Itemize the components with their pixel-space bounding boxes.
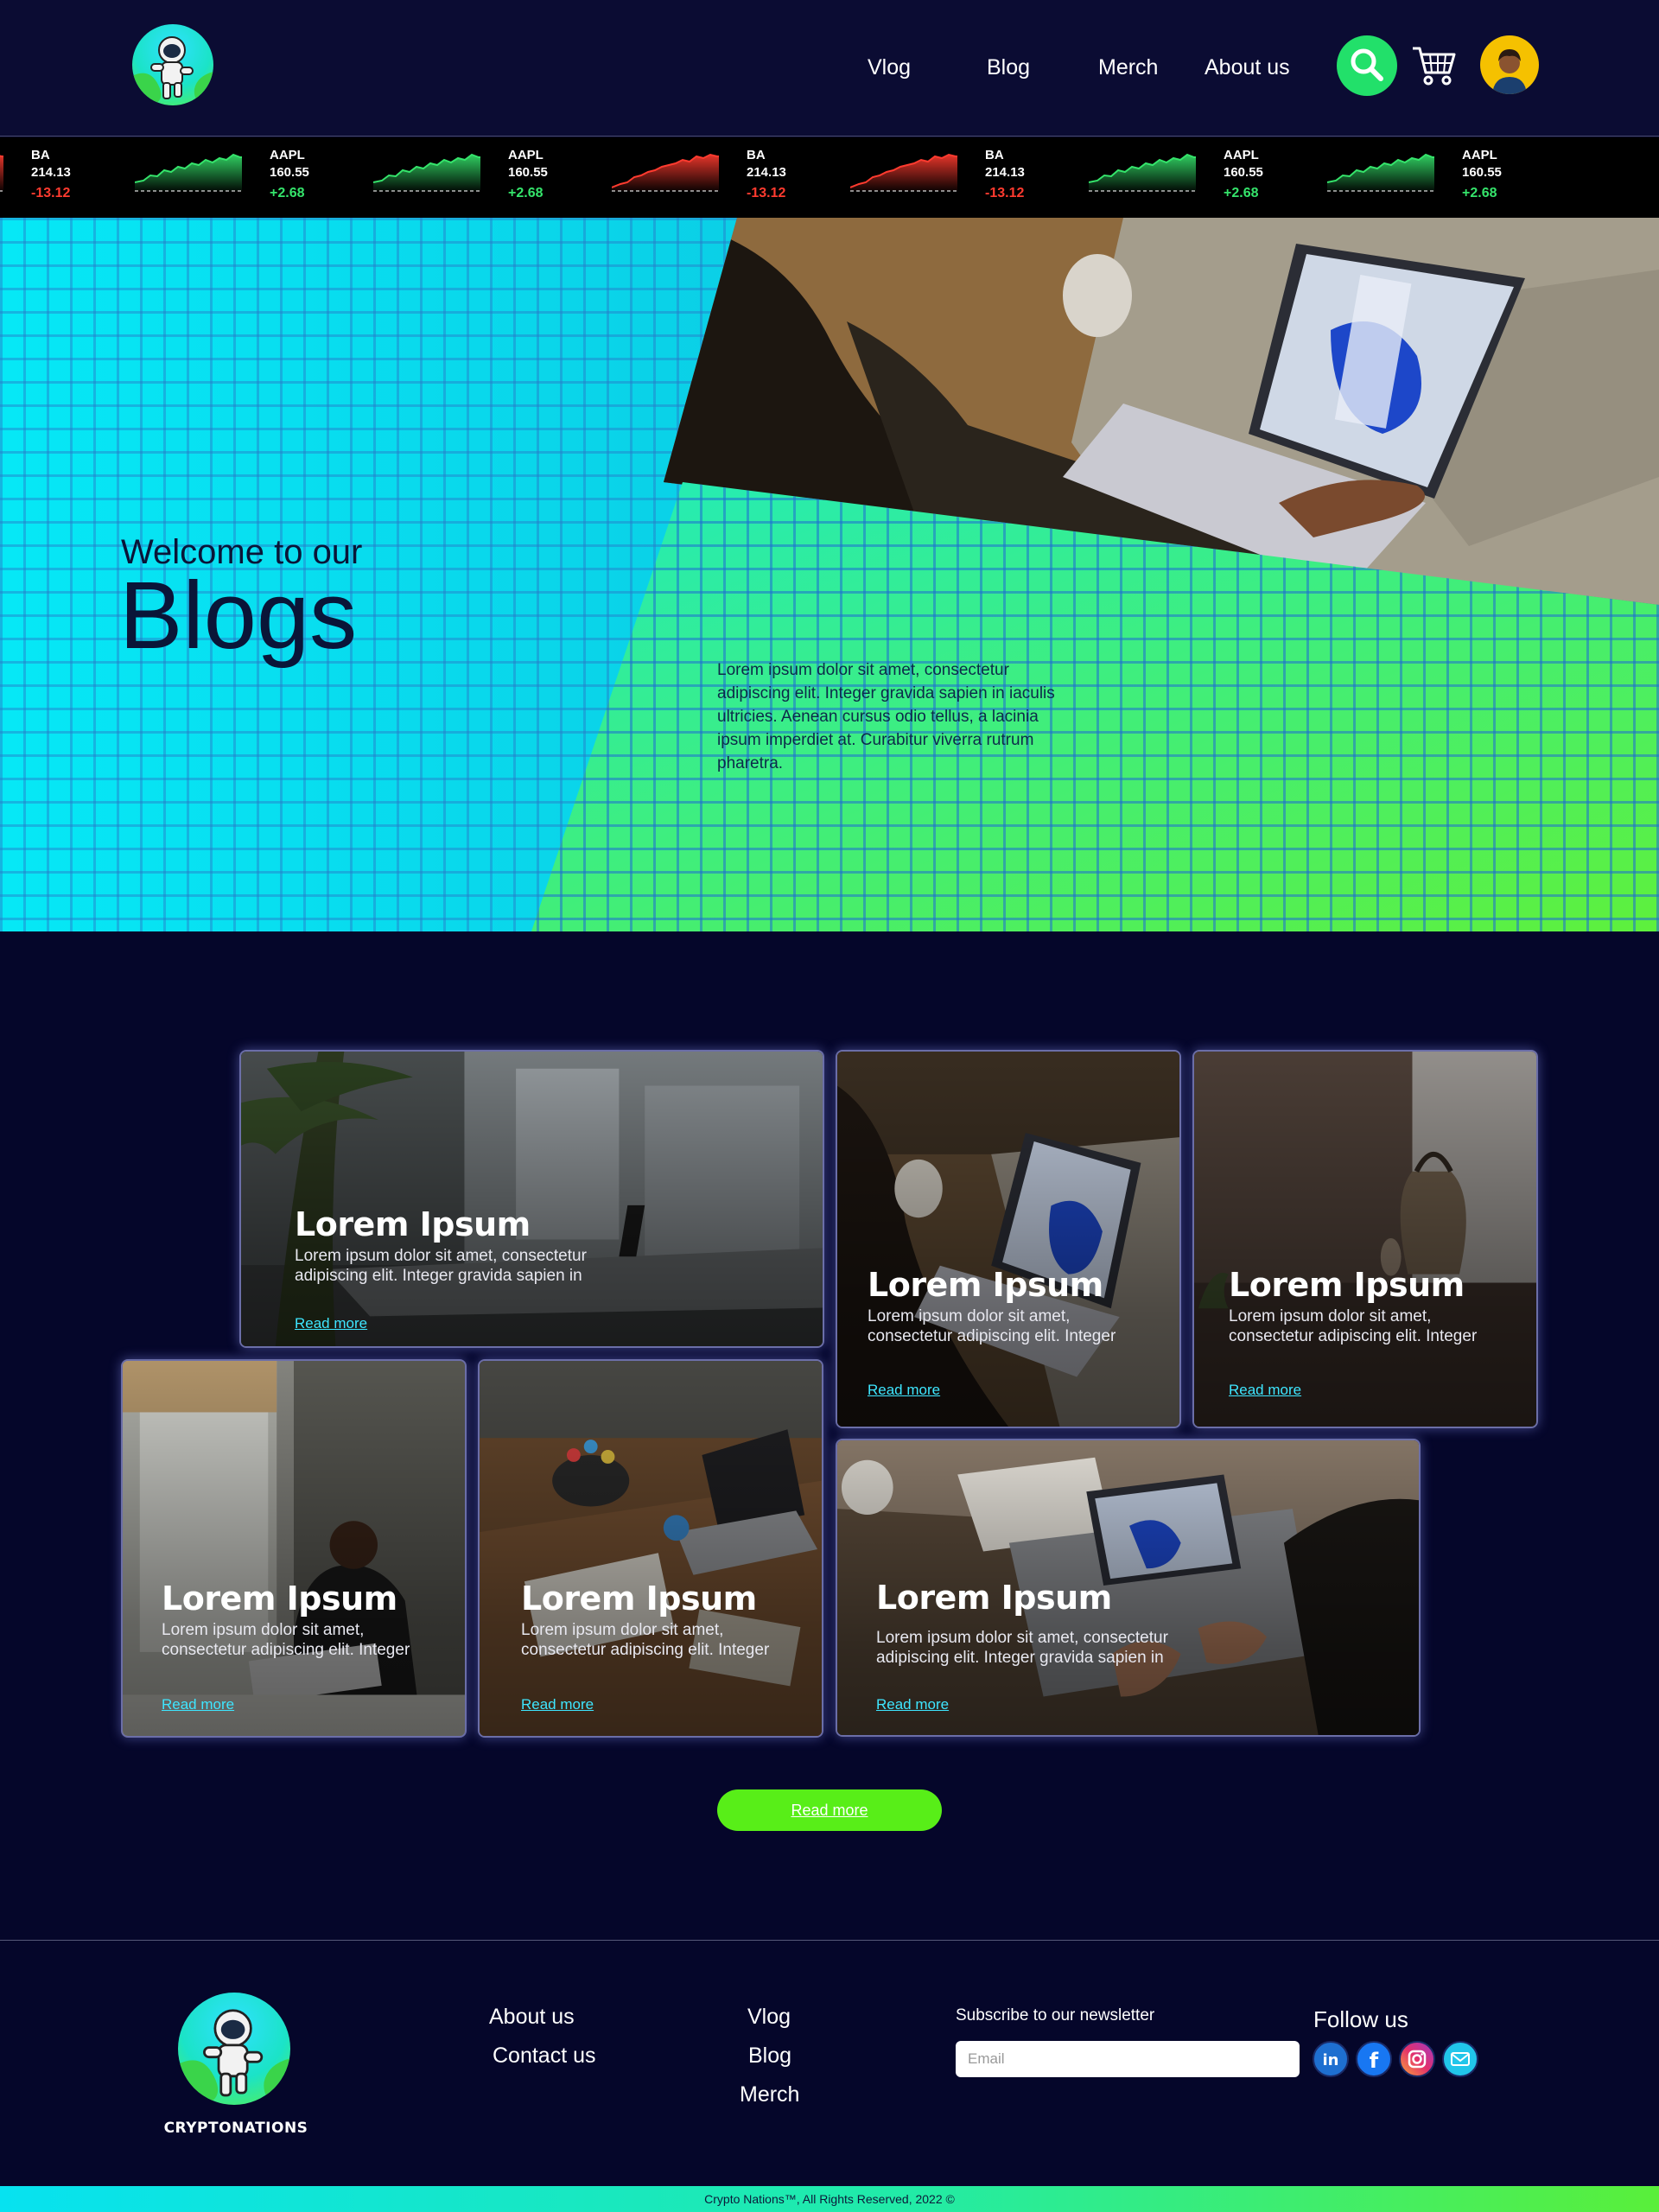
footer-link-vlog[interactable]: Vlog (747, 2005, 791, 2030)
card-text: Lorem ipsum dolor sit amet, consectetur … (1229, 1307, 1478, 1345)
ticker-change: -13.12 (31, 186, 71, 200)
sparkline-chart (135, 153, 242, 192)
ticker-change: -13.12 (747, 186, 786, 200)
ticker-change: +2.68 (1462, 186, 1497, 200)
ticker-item[interactable]: AAPL 160.55 +2.68 (135, 137, 373, 218)
blog-card-desk[interactable]: Lorem Ipsum Lorem ipsum dolor sit amet, … (478, 1359, 823, 1738)
ticker-price: 160.55 (508, 165, 548, 180)
ticker-price: 160.55 (270, 165, 309, 180)
card-text: Lorem ipsum dolor sit amet, consectetur … (876, 1629, 1168, 1667)
ticker-item[interactable]: BA 214.13 -13.12 (0, 137, 135, 218)
ticker-symbol: BA (31, 148, 50, 162)
footer-brand-name: CRYPTONATIONS (163, 2120, 308, 2137)
ticker-price: 214.13 (747, 165, 786, 180)
read-more-link[interactable]: Read more (521, 1696, 594, 1713)
ticker-item[interactable]: BA 214.13 -13.12 (612, 137, 850, 218)
ticker-price: 214.13 (985, 165, 1025, 180)
footer-astronaut-logo[interactable] (178, 1993, 290, 2105)
nav-merch[interactable]: Merch (1098, 55, 1158, 80)
nav-vlog[interactable]: Vlog (868, 55, 911, 80)
hero-title: Blogs (119, 563, 358, 669)
ticker-change: +2.68 (508, 186, 543, 200)
sparkline-chart (612, 153, 719, 192)
follow-us-label: Follow us (1313, 2006, 1408, 2032)
sparkline-chart (1089, 153, 1196, 192)
blog-card-man[interactable]: Lorem Ipsum Lorem ipsum dolor sit amet, … (121, 1359, 467, 1738)
footer-link-merch[interactable]: Merch (740, 2082, 799, 2107)
ticker-item[interactable]: AAPL 160.55 +2.68 (1327, 137, 1566, 218)
blog-card-vase[interactable]: Lorem Ipsum Lorem ipsum dolor sit amet, … (1192, 1050, 1538, 1428)
read-more-link[interactable]: Read more (876, 1696, 949, 1713)
hero-description: Lorem ipsum dolor sit amet, consectetur … (717, 661, 1055, 772)
ticker-item[interactable]: AAPL 160.55 +2.68 (1089, 137, 1327, 218)
nav-blog[interactable]: Blog (987, 55, 1030, 80)
card-title: Lorem Ipsum (162, 1580, 397, 1618)
ticker-price: 214.13 (31, 165, 71, 180)
ticker-symbol: AAPL (508, 148, 543, 162)
nav-about-us[interactable]: About us (1205, 55, 1290, 80)
cart-icon (1413, 47, 1456, 86)
newsletter-label: Subscribe to our newsletter (956, 2006, 1155, 2024)
instagram-icon[interactable] (1399, 2041, 1435, 2077)
search-icon (1351, 48, 1383, 81)
ticker-item[interactable]: BA 214.13 -13.12 (850, 137, 1089, 218)
copyright-bar: Crypto Nations™, All Rights Reserved, 20… (0, 2186, 1659, 2212)
hero-section: Welcome to our Blogs Lorem ipsum dolor s… (0, 218, 1659, 931)
ticker-item[interactable]: AAPL 160.55 +2.68 (373, 137, 612, 218)
linkedin-icon[interactable]: in (1313, 2041, 1349, 2077)
card-title: Lorem Ipsum (521, 1580, 757, 1618)
card-title: Lorem Ipsum (868, 1266, 1103, 1304)
card-text: Lorem ipsum dolor sit amet, consectetur … (162, 1621, 410, 1659)
sparkline-chart (850, 153, 957, 192)
card-title: Lorem Ipsum (295, 1205, 531, 1243)
astronaut-logo[interactable] (132, 24, 213, 105)
read-more-button[interactable]: Read more (717, 1789, 942, 1831)
card-title: Lorem Ipsum (876, 1579, 1112, 1617)
ticker-change: +2.68 (1224, 186, 1259, 200)
sparkline-chart (0, 155, 3, 192)
sparkline-chart (373, 153, 480, 192)
ticker-symbol: AAPL (1462, 148, 1497, 162)
blog-card-laptop[interactable]: Lorem Ipsum Lorem ipsum dolor sit amet, … (836, 1050, 1181, 1428)
blog-card-tablet[interactable]: Lorem Ipsum Lorem ipsum dolor sit amet, … (836, 1439, 1421, 1737)
cart-button[interactable] (1411, 43, 1458, 86)
card-text: Lorem ipsum dolor sit amet, consectetur … (295, 1247, 587, 1285)
card-text: Lorem ipsum dolor sit amet, consectetur … (868, 1307, 1116, 1345)
svg-text:in: in (1323, 2051, 1339, 2069)
ticker-symbol: BA (747, 148, 766, 162)
blog-card-office[interactable]: Lorem Ipsum Lorem ipsum dolor sit amet, … (239, 1050, 824, 1348)
facebook-icon[interactable]: f (1356, 2041, 1392, 2077)
stock-ticker: BA 214.13 -13.12 AAPL 160.55 +2.68 AAPL 160.55 +… (0, 137, 1659, 218)
sparkline-chart (1327, 153, 1434, 192)
ticker-change: +2.68 (270, 186, 305, 200)
site-header: Vlog Blog Merch About us (0, 0, 1659, 137)
footer-link-contact-us[interactable]: Contact us (493, 2044, 596, 2069)
ticker-symbol: AAPL (270, 148, 305, 162)
card-text: Lorem ipsum dolor sit amet, consectetur … (521, 1621, 770, 1659)
newsletter-email-input[interactable] (956, 2041, 1300, 2077)
search-button[interactable] (1337, 35, 1397, 96)
footer-link-about-us[interactable]: About us (489, 2005, 575, 2030)
email-icon[interactable] (1442, 2041, 1478, 2077)
user-avatar[interactable] (1480, 35, 1539, 94)
ticker-symbol: AAPL (1224, 148, 1259, 162)
read-more-link[interactable]: Read more (1229, 1382, 1301, 1399)
read-more-link[interactable]: Read more (295, 1315, 367, 1332)
ticker-price: 160.55 (1224, 165, 1263, 180)
svg-text:f: f (1370, 2049, 1379, 2073)
footer-link-blog[interactable]: Blog (748, 2044, 791, 2069)
ticker-price: 160.55 (1462, 165, 1502, 180)
ticker-symbol: BA (985, 148, 1004, 162)
ticker-change: -13.12 (985, 186, 1025, 200)
card-title: Lorem Ipsum (1229, 1266, 1465, 1304)
footer-divider (0, 1940, 1659, 1941)
read-more-link[interactable]: Read more (868, 1382, 940, 1399)
read-more-link[interactable]: Read more (162, 1696, 234, 1713)
user-avatar-icon (1492, 49, 1527, 94)
